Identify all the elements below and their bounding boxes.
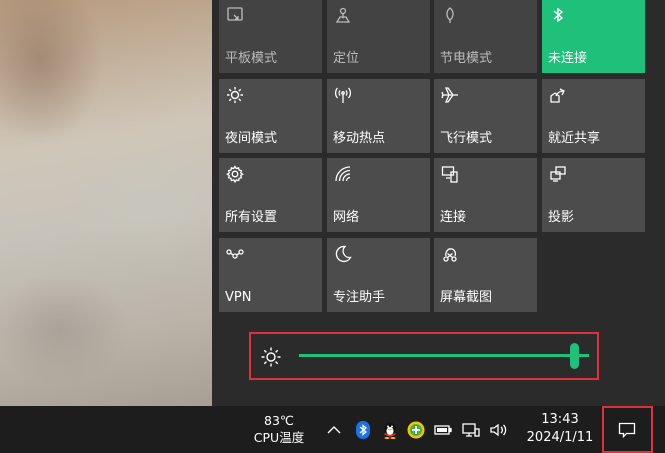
nearby-share-icon (550, 88, 565, 103)
cpu-temperature-label: CPU温度 (253, 430, 305, 445)
tile-night-light[interactable]: 夜间模式 (219, 79, 322, 153)
tile-focus-assist[interactable]: 专注助手 (327, 238, 430, 312)
security-shield-icon[interactable] (406, 420, 426, 440)
chevron-up-icon[interactable] (324, 420, 344, 440)
brightness-control (249, 332, 599, 380)
tile-label: 未连接 (548, 51, 588, 66)
system-clock[interactable]: 13:43 2024/1/11 (520, 411, 600, 447)
tile-all-settings[interactable]: 所有设置 (219, 158, 322, 232)
tile-vpn[interactable]: VPN (219, 238, 322, 312)
tile-label: 飞行模式 (440, 131, 493, 146)
tile-bluetooth[interactable]: 未连接 (542, 0, 645, 73)
tile-label: 夜间模式 (225, 131, 278, 146)
tile-label: 节电模式 (440, 51, 493, 66)
tile-location[interactable]: 定位 (327, 0, 430, 73)
tile-project[interactable]: 投影 (542, 158, 645, 232)
action-center-button[interactable] (602, 406, 653, 453)
night-light-icon (227, 87, 243, 103)
cpu-temperature-widget[interactable]: 83℃ CPU温度 (244, 412, 314, 446)
qq-penguin-icon[interactable] (380, 420, 400, 440)
tile-label: 投影 (548, 210, 575, 225)
tile-label: 屏幕截图 (440, 290, 493, 305)
tile-tablet-mode[interactable]: 平板模式 (219, 0, 322, 73)
tile-label: 所有设置 (225, 210, 278, 225)
tile-screen-snip[interactable]: 屏幕截图 (434, 238, 537, 312)
tile-airplane-mode[interactable]: 飞行模式 (434, 79, 537, 153)
focus-assist-icon (335, 245, 352, 263)
taskbar: 83℃ CPU温度 13:43 2024/1/11 (0, 406, 665, 453)
tile-nearby-share[interactable]: 就近共享 (542, 79, 645, 153)
tile-label: 专注助手 (333, 290, 386, 305)
vpn-icon (226, 249, 244, 259)
desktop-wallpaper (0, 0, 212, 406)
clock-date: 2024/1/11 (526, 430, 594, 445)
network-icon (335, 166, 351, 182)
screen-snip-icon (443, 248, 457, 262)
tile-label: VPN (225, 290, 252, 305)
connect-icon (441, 166, 458, 183)
airplane-icon (441, 87, 458, 103)
brightness-sun-icon (261, 347, 281, 367)
notification-icon (618, 422, 636, 439)
brightness-slider-thumb[interactable] (570, 343, 579, 369)
bluetooth-tray-icon[interactable] (353, 420, 373, 440)
tile-label: 就近共享 (548, 131, 601, 146)
tile-label: 平板模式 (225, 51, 278, 66)
gear-icon (226, 165, 244, 184)
tile-label: 定位 (333, 51, 360, 66)
project-icon (550, 166, 566, 182)
bluetooth-icon (553, 7, 564, 23)
mobile-hotspot-icon (335, 87, 351, 103)
tile-network[interactable]: 网络 (327, 158, 430, 232)
battery-icon[interactable] (433, 420, 453, 440)
tile-battery-saver[interactable]: 节电模式 (434, 0, 537, 73)
location-icon (335, 7, 351, 23)
tile-connect[interactable]: 连接 (434, 158, 537, 232)
brightness-slider[interactable] (299, 354, 589, 357)
clock-time: 13:43 (541, 412, 579, 427)
tile-label: 网络 (333, 210, 360, 225)
tile-label: 移动热点 (333, 131, 386, 146)
wired-network-icon[interactable] (461, 420, 481, 440)
tile-label: 连接 (440, 210, 467, 225)
speaker-volume-icon[interactable] (488, 420, 508, 440)
tile-mobile-hotspot[interactable]: 移动热点 (327, 79, 430, 153)
tablet-mode-icon (227, 7, 243, 21)
cpu-temperature-value: 83℃ (264, 413, 294, 428)
battery-saver-icon (446, 7, 454, 23)
